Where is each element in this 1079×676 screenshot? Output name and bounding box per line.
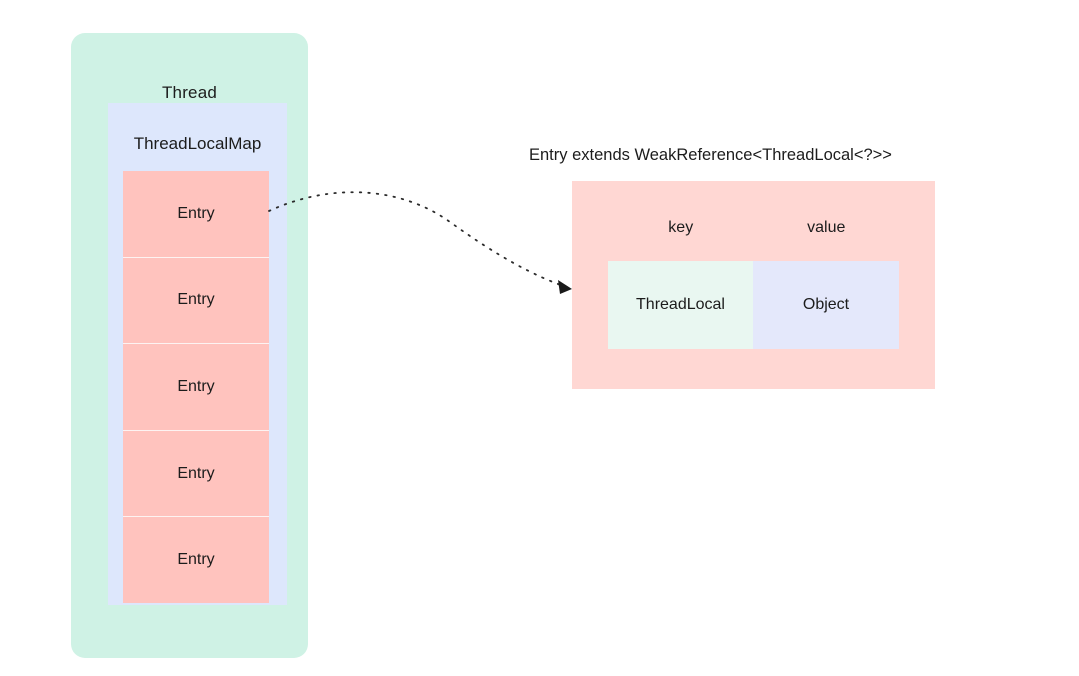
entry-row-label: Entry bbox=[177, 291, 215, 309]
entry-row: Entry bbox=[123, 517, 269, 603]
key-cell: ThreadLocal bbox=[608, 261, 753, 349]
threadlocalmap-label: ThreadLocalMap bbox=[133, 134, 262, 153]
entry-row-label: Entry bbox=[177, 464, 215, 482]
value-column-header: value bbox=[807, 219, 846, 236]
entry-row: Entry bbox=[123, 257, 269, 345]
entry-row-label: Entry bbox=[177, 377, 215, 395]
entry-row-label: Entry bbox=[177, 551, 215, 569]
entry-row: Entry bbox=[123, 430, 269, 518]
entry-stack: Entry Entry Entry Entry Entry bbox=[123, 171, 269, 603]
arrowhead-icon bbox=[558, 280, 572, 294]
value-cell: Object bbox=[753, 261, 899, 349]
threadlocal-diagram: Thread ThreadLocalMap Entry Entry Entry … bbox=[0, 0, 1079, 676]
entry-detail-title: Entry extends WeakReference<ThreadLocal<… bbox=[529, 146, 892, 164]
thread-label: Thread bbox=[161, 83, 218, 102]
entry-row: Entry bbox=[123, 344, 269, 431]
entry-row: Entry bbox=[123, 171, 269, 258]
entry-detail-column-headers: key value bbox=[608, 217, 899, 239]
key-column-header: key bbox=[668, 219, 694, 236]
entry-key-value-box: ThreadLocal Object bbox=[608, 261, 899, 349]
entry-row-label: Entry bbox=[177, 204, 215, 222]
